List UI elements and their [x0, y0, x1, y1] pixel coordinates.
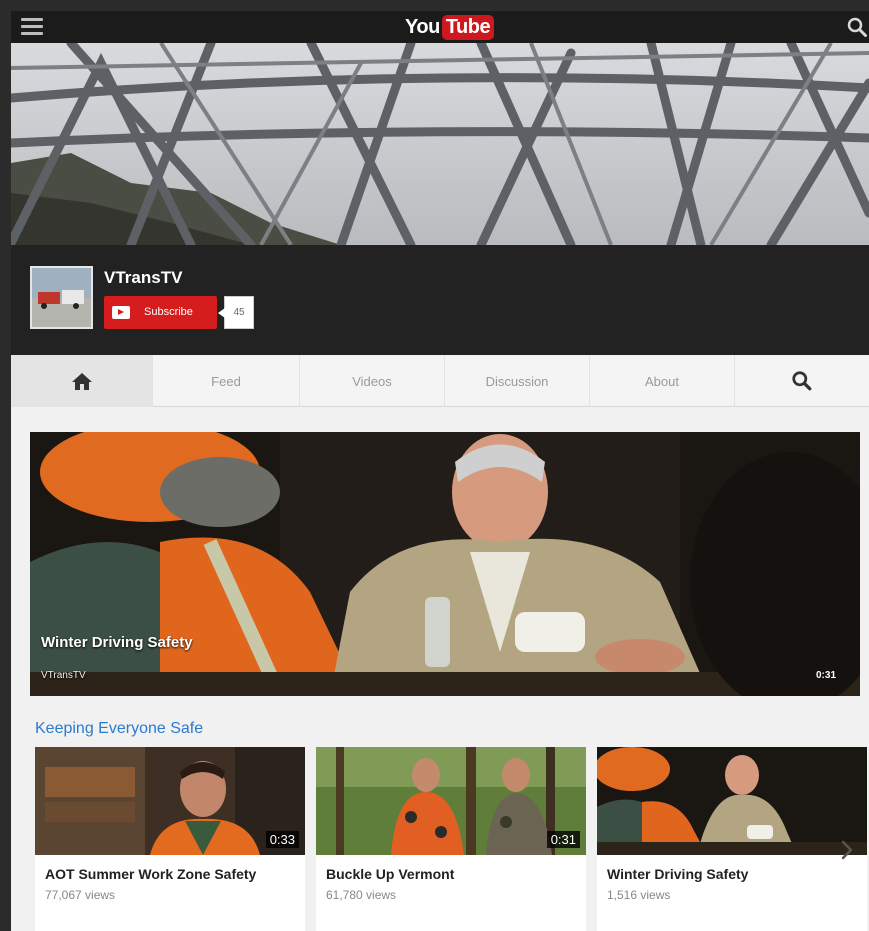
- video-views: 1,516 views: [607, 888, 671, 902]
- search-icon: [792, 371, 812, 391]
- subscribe-label: Subscribe: [144, 306, 193, 318]
- video-card[interactable]: 0:33 AOT Summer Work Zone Safety 77,067 …: [35, 747, 305, 931]
- featured-video[interactable]: Winter Driving Safety VTransTV 0:31: [30, 432, 860, 696]
- channel-header: VTransTV Subscribe 45: [11, 245, 869, 355]
- tab-search[interactable]: [735, 355, 869, 407]
- featured-video-title[interactable]: Winter Driving Safety: [41, 634, 193, 651]
- video-duration: 0:31: [546, 831, 580, 848]
- tab-videos[interactable]: Videos: [300, 355, 445, 407]
- featured-video-duration: 0:31: [815, 670, 836, 681]
- shelf-title[interactable]: Keeping Everyone Safe: [35, 720, 203, 738]
- video-card[interactable]: Winter Driving Safety 1,516 views: [597, 747, 867, 931]
- channel-tabs: Feed Videos Discussion About: [11, 355, 869, 407]
- subscribe-button[interactable]: Subscribe: [104, 296, 217, 329]
- tab-about[interactable]: About: [590, 355, 735, 407]
- video-thumbnail: [597, 747, 867, 855]
- hamburger-menu-icon[interactable]: [21, 18, 43, 36]
- youtube-logo[interactable]: You Tube: [405, 13, 495, 41]
- chevron-right-icon[interactable]: [838, 837, 856, 863]
- subscriber-count-badge: 45: [218, 296, 254, 329]
- youtube-channel-page: You Tube VTransTV Subscribe 45 Feed Vide…: [11, 11, 869, 931]
- video-duration: 0:33: [265, 831, 299, 848]
- video-card[interactable]: 0:31 Buckle Up Vermont 61,780 views: [316, 747, 586, 931]
- home-icon: [71, 373, 92, 390]
- youtube-play-icon: [112, 306, 130, 319]
- channel-name[interactable]: VTransTV: [104, 268, 182, 288]
- featured-video-channel[interactable]: VTransTV: [41, 670, 86, 681]
- logo-you-text: You: [405, 15, 440, 38]
- video-views: 77,067 views: [45, 888, 116, 902]
- tab-home[interactable]: [11, 355, 153, 407]
- video-thumbnail: 0:33: [35, 747, 305, 855]
- video-title[interactable]: Winter Driving Safety: [607, 866, 748, 882]
- tab-discussion[interactable]: Discussion: [445, 355, 590, 407]
- video-views: 61,780 views: [326, 888, 397, 902]
- featured-video-thumbnail: [30, 432, 860, 696]
- channel-banner-image: [11, 43, 869, 245]
- video-title[interactable]: AOT Summer Work Zone Safety: [45, 866, 256, 882]
- video-title[interactable]: Buckle Up Vermont: [326, 866, 454, 882]
- top-bar: You Tube: [11, 11, 869, 43]
- video-thumbnail: 0:31: [316, 747, 586, 855]
- search-icon[interactable]: [847, 17, 867, 37]
- logo-tube-text: Tube: [441, 14, 495, 40]
- tab-feed[interactable]: Feed: [153, 355, 300, 407]
- channel-avatar[interactable]: [30, 266, 93, 329]
